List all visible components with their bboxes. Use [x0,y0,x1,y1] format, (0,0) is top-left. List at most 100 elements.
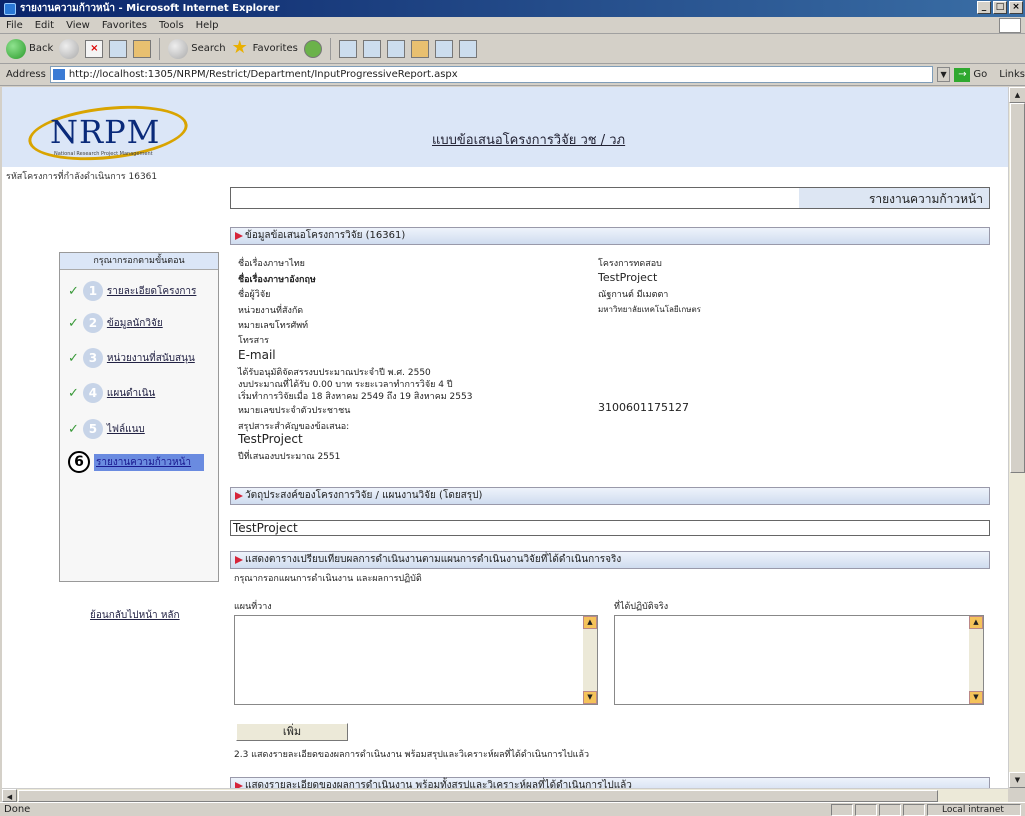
sidebar-item-label[interactable]: ข้อมูลนักวิจัย [107,316,163,331]
mail-button[interactable] [338,39,357,58]
address-label: Address [6,69,46,80]
status-panes [831,804,925,816]
page-icon [52,69,65,80]
sidebar-item-plan[interactable]: ✓ 4 แผนดำเนิน [68,383,155,403]
minimize-button[interactable]: _ [977,1,991,14]
project-info-header: ข้อมูลข้อเสนอโครงการวิจัย (16361) [230,227,990,245]
favorites-button[interactable]: ★ Favorites [231,36,298,58]
window-title: รายงานความก้าวหน้า - Microsoft Internet … [20,3,280,14]
menu-tools[interactable]: Tools [159,20,184,31]
next-section-header: แสดงรายละเอียดของผลการดำเนินงาน พร้อมทั้… [230,777,990,788]
edit-button[interactable] [386,39,405,58]
scroll-down-icon[interactable]: ▼ [1009,772,1025,788]
horizontal-scrollbar[interactable]: ◀ [2,788,1008,802]
scroll-up-icon[interactable]: ▲ [969,616,983,629]
menu-view[interactable]: View [66,20,90,31]
folder-button[interactable] [410,39,429,58]
scroll-left-icon[interactable]: ◀ [2,789,17,802]
add-button[interactable]: เพิ่ม [236,723,348,741]
research-button[interactable] [434,39,453,58]
back-button[interactable]: Back [6,38,53,59]
planned-textarea[interactable]: ▲ ▼ [234,615,598,705]
step-number: 3 [82,348,103,368]
close-button[interactable]: × [1009,1,1023,14]
comparison-header: แสดงตารางเปรียบเทียบผลการดำเนินงานตามแผน… [230,551,990,569]
status-pane [903,804,925,816]
step-number: 1 [82,281,103,301]
check-icon: ✓ [68,315,79,331]
label-budget-propose-year: ปีที่เสนองบประมาณ 2551 [238,452,341,462]
check-icon: ✓ [68,421,79,437]
step-number: 6 [68,451,90,473]
ie-icon [4,2,16,15]
links-button[interactable]: Links [999,69,1025,80]
sidebar-item-attachment[interactable]: ✓ 5 ไฟล์แนบ [68,419,145,439]
sidebar-item-label[interactable]: รายงานความก้าวหน้า [94,453,204,471]
summary-value: TestProject [238,432,303,446]
menu-favorites[interactable]: Favorites [102,20,147,31]
maximize-button[interactable]: □ [993,1,1007,14]
address-dropdown-button[interactable]: ▼ [936,67,951,82]
value-title-en: TestProject [598,271,658,284]
sidebar-item-project-detail[interactable]: ✓ 1 รายละเอียดโครงการ [68,281,196,301]
search-icon [168,38,189,59]
sidebar-item-progress-report[interactable]: 6 รายงานความก้าวหน้า [68,451,204,473]
value-citizen-id: 3100601175127 [598,401,689,414]
value-researcher: ณัฐกานต์ มีเมตตา [598,290,669,300]
print-button[interactable] [362,39,381,58]
comparison-note: 2.3 แสดงรายละเอียดของผลการดำเนินงาน พร้อ… [234,750,590,760]
label-title-en: ชื่อเรื่องภาษาอังกฤษ [238,275,316,285]
sidebar-item-researcher[interactable]: ✓ 2 ข้อมูลนักวิจัย [68,313,163,333]
step-number: 4 [82,383,103,403]
value-title-th: โครงการทดสอบ [598,259,662,269]
forward-button[interactable] [59,38,80,59]
history-button[interactable] [303,39,322,58]
menu-edit[interactable]: Edit [35,20,54,31]
messenger-button[interactable] [458,39,477,58]
sidebar-item-label[interactable]: ไฟล์แนบ [107,422,145,437]
actual-label: ที่ได้ปฏิบัติจริง [614,602,669,612]
planned-label: แผนที่วาง [234,602,272,612]
sidebar-item-label[interactable]: แผนดำเนิน [107,386,155,401]
status-pane [831,804,853,816]
menu-help[interactable]: Help [196,20,219,31]
horizontal-scroll-thumb[interactable] [18,790,938,802]
address-bar: Address http://localhost:1305/NRPM/Restr… [0,64,1025,86]
stop-button[interactable]: × [85,39,104,58]
label-email: E-mail [238,348,276,362]
sidebar-item-label[interactable]: รายละเอียดโครงการ [107,284,196,299]
vertical-scroll-thumb[interactable] [1010,103,1025,473]
vertical-scrollbar[interactable]: ▲ ▼ [1008,87,1025,788]
menu-file[interactable]: File [6,20,23,31]
scroll-up-icon[interactable]: ▲ [1009,87,1025,103]
project-code: รหัสโครงการที่กำลังดำเนินการ 16361 [6,172,158,182]
back-to-main-link[interactable]: ย้อนกลับไปหน้า หลัก [90,608,180,623]
report-title: รายงานความก้าวหน้า [868,192,983,206]
go-button[interactable]: → Go [954,67,987,82]
home-button[interactable] [133,39,152,58]
toolbar: Back × Search ★ Favorites [0,34,1025,64]
value-organization: มหาวิทยาลัยเทคโนโลยีเกษตร [598,305,701,314]
star-icon: ★ [231,36,248,58]
sidebar-item-label[interactable]: หน่วยงานที่สนับสนุน [107,351,195,366]
scroll-down-icon[interactable]: ▼ [969,691,983,704]
sidebar-item-sponsor[interactable]: ✓ 3 หน่วยงานที่สนับสนุน [68,348,195,368]
label-start-date: เริ่มทำการวิจัยเมื่อ 18 สิงหาคม 2549 ถึง… [238,392,473,402]
actual-textarea[interactable]: ▲ ▼ [614,615,984,705]
address-input[interactable]: http://localhost:1305/NRPM/Restrict/Depa… [49,66,933,83]
toolbar-separator [329,37,331,60]
search-button[interactable]: Search [168,38,226,59]
window-titlebar: รายงานความก้าวหน้า - Microsoft Internet … [0,0,1025,17]
scroll-down-icon[interactable]: ▼ [583,691,597,704]
check-icon: ✓ [68,385,79,401]
back-arrow-icon [6,38,26,59]
go-arrow-icon: → [954,67,971,82]
refresh-button[interactable] [109,39,128,58]
label-organization: หน่วยงานที่สังกัด [238,306,304,316]
step-number: 2 [82,313,103,333]
scroll-up-icon[interactable]: ▲ [583,616,597,629]
objective-field[interactable]: TestProject [230,520,990,536]
status-pane [879,804,901,816]
security-zone: Local intranet [927,804,1021,816]
page-title[interactable]: แบบข้อเสนอโครงการวิจัย วช / วภ [432,129,625,150]
